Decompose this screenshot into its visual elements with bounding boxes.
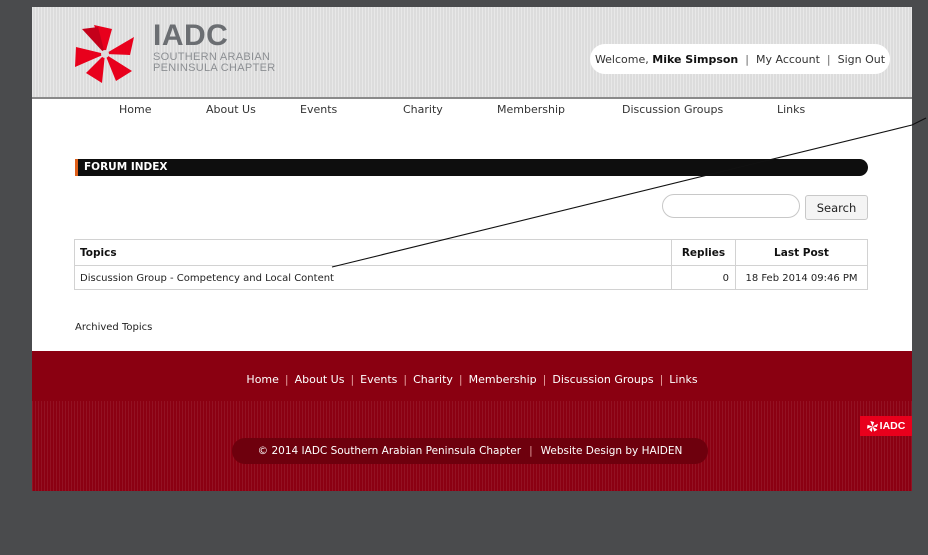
logo-title: IADC xyxy=(153,19,229,52)
search-input[interactable] xyxy=(662,194,800,218)
column-header-topics[interactable]: Topics xyxy=(75,240,671,265)
logo-subtitle-line2: PENINSULA CHAPTER xyxy=(153,62,276,74)
nav-item-home[interactable]: Home xyxy=(119,103,151,116)
archived-topics-link[interactable]: Archived Topics xyxy=(75,322,152,333)
divider: | xyxy=(529,445,533,457)
footer: Home | About Us | Events | Charity | Membership |… xyxy=(32,351,912,491)
footer-link-charity[interactable]: Charity xyxy=(407,373,459,386)
footer-link-links[interactable]: Links xyxy=(663,373,703,386)
design-credit-link[interactable]: Website Design by HAIDEN xyxy=(541,445,683,457)
divider: | xyxy=(745,52,749,66)
footer-badge-text: IADC xyxy=(879,420,906,432)
column-header-replies[interactable]: Replies xyxy=(671,240,735,265)
nav-item-events[interactable]: Events xyxy=(300,103,337,116)
user-account-box: Welcome, Mike Simpson | My Account | Sig… xyxy=(590,44,890,74)
footer-link-membership[interactable]: Membership xyxy=(463,373,543,386)
main-content: FORUM INDEX Search Topics Replies Last P… xyxy=(32,122,912,351)
divider: | xyxy=(826,52,831,66)
column-header-last-post[interactable]: Last Post xyxy=(735,240,867,265)
my-account-link[interactable]: My Account xyxy=(756,53,820,66)
welcome-text: Welcome, Mike Simpson xyxy=(595,53,738,66)
forum-index-title: FORUM INDEX xyxy=(84,161,168,173)
replies-count: 0 xyxy=(671,266,735,290)
header: IADC SOUTHERN ARABIAN PENINSULA CHAPTER … xyxy=(32,7,912,97)
nav-item-charity[interactable]: Charity xyxy=(403,103,443,116)
footer-link-discussion-groups[interactable]: Discussion Groups xyxy=(546,373,659,386)
nav-item-links[interactable]: Links xyxy=(777,103,805,116)
nav-item-discussion-groups[interactable]: Discussion Groups xyxy=(622,103,723,116)
search-button[interactable]: Search xyxy=(805,195,868,220)
sign-out-link[interactable]: Sign Out xyxy=(838,53,885,66)
annotation-line-tail xyxy=(911,117,927,126)
iadc-logo-icon[interactable] xyxy=(72,23,138,85)
nav-item-membership[interactable]: Membership xyxy=(497,103,565,116)
site-container: IADC SOUTHERN ARABIAN PENINSULA CHAPTER … xyxy=(32,7,912,491)
footer-link-about-us[interactable]: About Us xyxy=(289,373,351,386)
last-post-date: 18 Feb 2014 09:46 PM xyxy=(735,266,867,290)
footer-iadc-badge[interactable]: IADC xyxy=(860,416,912,436)
welcome-prefix: Welcome, xyxy=(594,52,649,66)
forum-bar-accent xyxy=(75,159,78,176)
forum-index-bar: FORUM INDEX xyxy=(75,159,868,176)
table-row[interactable]: Discussion Group - Competency and Local … xyxy=(75,266,867,290)
iadc-mini-logo-icon xyxy=(866,420,878,432)
main-nav: Home About Us Events Charity Membership … xyxy=(32,97,912,124)
copyright-bar: © 2014 IADC Southern Arabian Peninsula C… xyxy=(232,438,708,464)
table-header-row: Topics Replies Last Post xyxy=(75,240,867,266)
nav-item-about-us[interactable]: About Us xyxy=(206,103,256,116)
footer-nav: Home | About Us | Events | Charity | Membership |… xyxy=(32,373,912,386)
topics-table: Topics Replies Last Post Discussion Grou… xyxy=(74,239,868,290)
footer-link-events[interactable]: Events xyxy=(354,373,403,386)
topic-link[interactable]: Discussion Group - Competency and Local … xyxy=(75,266,671,290)
copyright-text: © 2014 IADC Southern Arabian Peninsula C… xyxy=(257,445,522,457)
footer-link-home[interactable]: Home xyxy=(240,373,284,386)
user-name: Mike Simpson xyxy=(652,52,739,66)
